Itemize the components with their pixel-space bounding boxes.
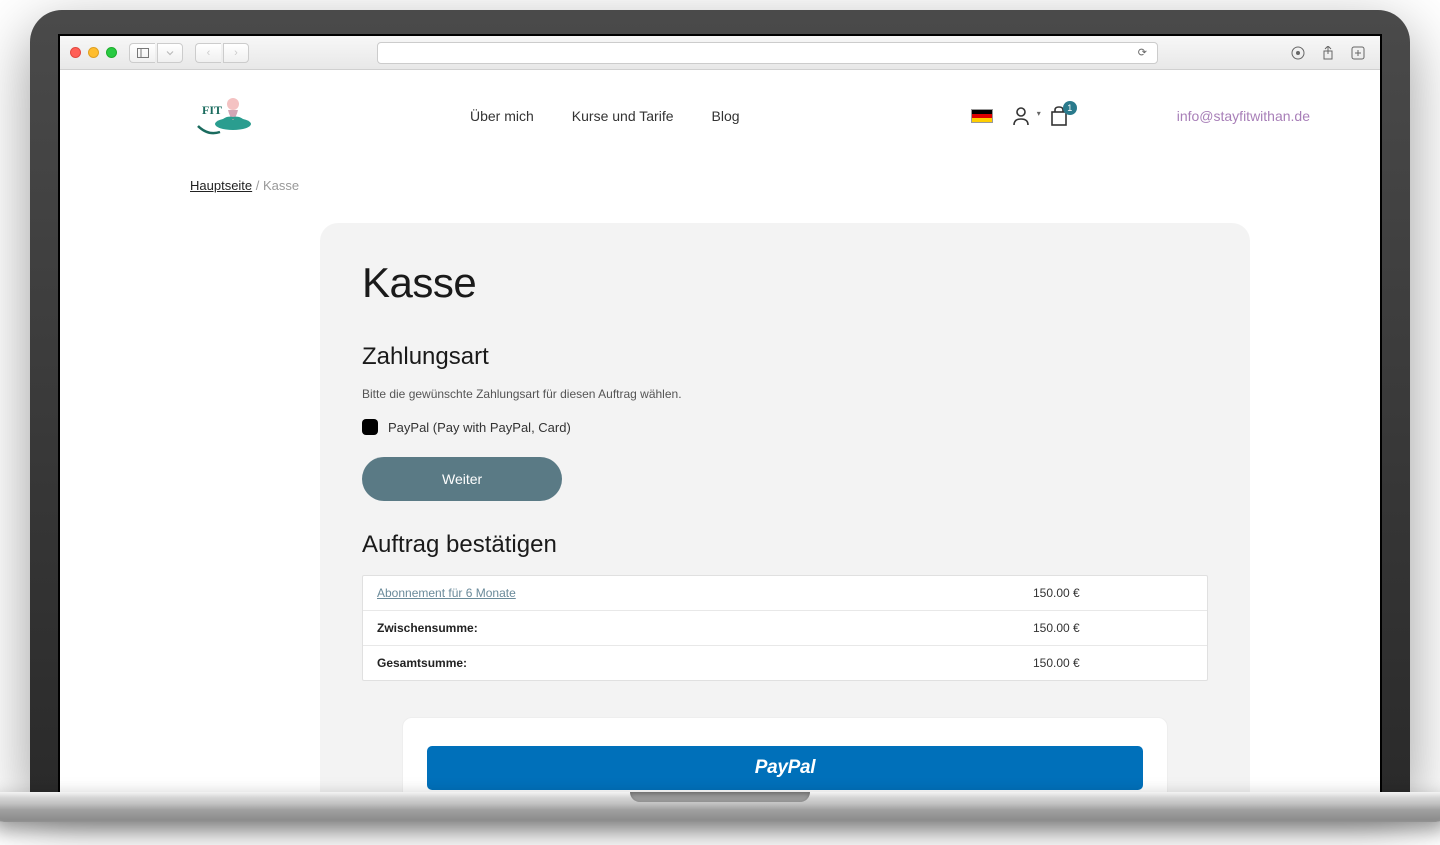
back-button[interactable]: ‹: [195, 43, 221, 63]
order-summary-table: Abonnement für 6 Monate 150.00 € Zwische…: [362, 575, 1208, 681]
page-title: Kasse: [362, 259, 1208, 307]
language-flag-de[interactable]: [971, 109, 993, 123]
new-tab-button[interactable]: [1346, 43, 1370, 63]
breadcrumb-separator: /: [252, 178, 263, 193]
account-menu[interactable]: [1011, 106, 1031, 126]
laptop-bezel: ‹ › ⟳: [30, 10, 1410, 792]
sidebar-icon: [137, 48, 149, 58]
radio-checked-icon: [362, 419, 378, 435]
order-product-row: Abonnement für 6 Monate 150.00 €: [363, 576, 1207, 611]
order-total-row: Gesamtsumme: 150.00 €: [363, 646, 1207, 680]
tab-overview-button[interactable]: [157, 43, 183, 63]
paypal-payment-section: PayPal CARD NUMBER: [402, 717, 1168, 792]
cart-button[interactable]: 1: [1049, 106, 1069, 126]
minimize-window-button[interactable]: [88, 47, 99, 58]
privacy-button[interactable]: [1286, 43, 1310, 63]
nav-back-forward: ‹ ›: [195, 43, 249, 63]
nav-blog[interactable]: Blog: [712, 108, 740, 124]
svg-text:FIT: FIT: [202, 103, 222, 117]
confirm-order-heading: Auftrag bestätigen: [362, 531, 1208, 559]
sidebar-tabs-buttons: [129, 43, 183, 63]
close-window-button[interactable]: [70, 47, 81, 58]
payment-method-heading: Zahlungsart: [362, 343, 1208, 371]
total-label: Gesamtsumme:: [377, 656, 1033, 670]
payment-instruction: Bitte die gewünschte Zahlungsart für die…: [362, 387, 1208, 401]
paypal-button[interactable]: PayPal: [427, 746, 1143, 790]
browser-toolbar-right: [1286, 43, 1370, 63]
header-right: 1 info@stayfitwithan.de: [971, 106, 1310, 126]
main-nav: Über mich Kurse und Tarife Blog: [470, 108, 740, 124]
share-button[interactable]: [1316, 43, 1340, 63]
order-product-link[interactable]: Abonnement für 6 Monate: [377, 586, 516, 600]
address-bar[interactable]: ⟳: [377, 42, 1158, 64]
site-logo[interactable]: FIT: [190, 88, 260, 144]
shield-icon: [1291, 46, 1305, 60]
laptop-base: [0, 792, 1440, 822]
breadcrumb-home[interactable]: Hauptseite: [190, 178, 252, 193]
chevron-right-icon: ›: [234, 47, 238, 59]
sidebar-toggle-button[interactable]: [129, 43, 155, 63]
breadcrumb-current: Kasse: [263, 178, 299, 193]
order-subtotal-row: Zwischensumme: 150.00 €: [363, 611, 1207, 646]
chevron-down-icon: [166, 49, 174, 57]
laptop-device-frame: ‹ › ⟳: [30, 10, 1410, 822]
total-value: 150.00 €: [1033, 656, 1193, 670]
plus-icon: [1351, 46, 1365, 60]
order-product-price: 150.00 €: [1033, 586, 1193, 600]
site-header: FIT Über mich Kurse und Tarife Blog: [60, 70, 1380, 154]
checkout-panel: Kasse Zahlungsart Bitte die gewünschte Z…: [320, 223, 1250, 792]
forward-button[interactable]: ›: [223, 43, 249, 63]
continue-button[interactable]: Weiter: [362, 457, 562, 501]
reload-icon[interactable]: ⟳: [1138, 46, 1147, 59]
share-icon: [1322, 46, 1334, 60]
page-content: FIT Über mich Kurse und Tarife Blog: [60, 70, 1380, 792]
user-icon: [1011, 106, 1031, 126]
maximize-window-button[interactable]: [106, 47, 117, 58]
subtotal-label: Zwischensumme:: [377, 621, 1033, 635]
payment-option-label: PayPal (Pay with PayPal, Card): [388, 420, 571, 435]
chevron-left-icon: ‹: [207, 47, 211, 59]
laptop-screen: ‹ › ⟳: [58, 34, 1382, 792]
nav-about[interactable]: Über mich: [470, 108, 534, 124]
browser-toolbar: ‹ › ⟳: [60, 36, 1380, 70]
subtotal-value: 150.00 €: [1033, 621, 1193, 635]
nav-courses[interactable]: Kurse und Tarife: [572, 108, 674, 124]
cart-count-badge: 1: [1063, 101, 1077, 115]
payment-option-paypal[interactable]: PayPal (Pay with PayPal, Card): [362, 419, 1208, 435]
breadcrumb: Hauptseite / Kasse: [60, 154, 1380, 209]
window-controls: [70, 47, 117, 58]
contact-email-link[interactable]: info@stayfitwithan.de: [1177, 108, 1310, 124]
